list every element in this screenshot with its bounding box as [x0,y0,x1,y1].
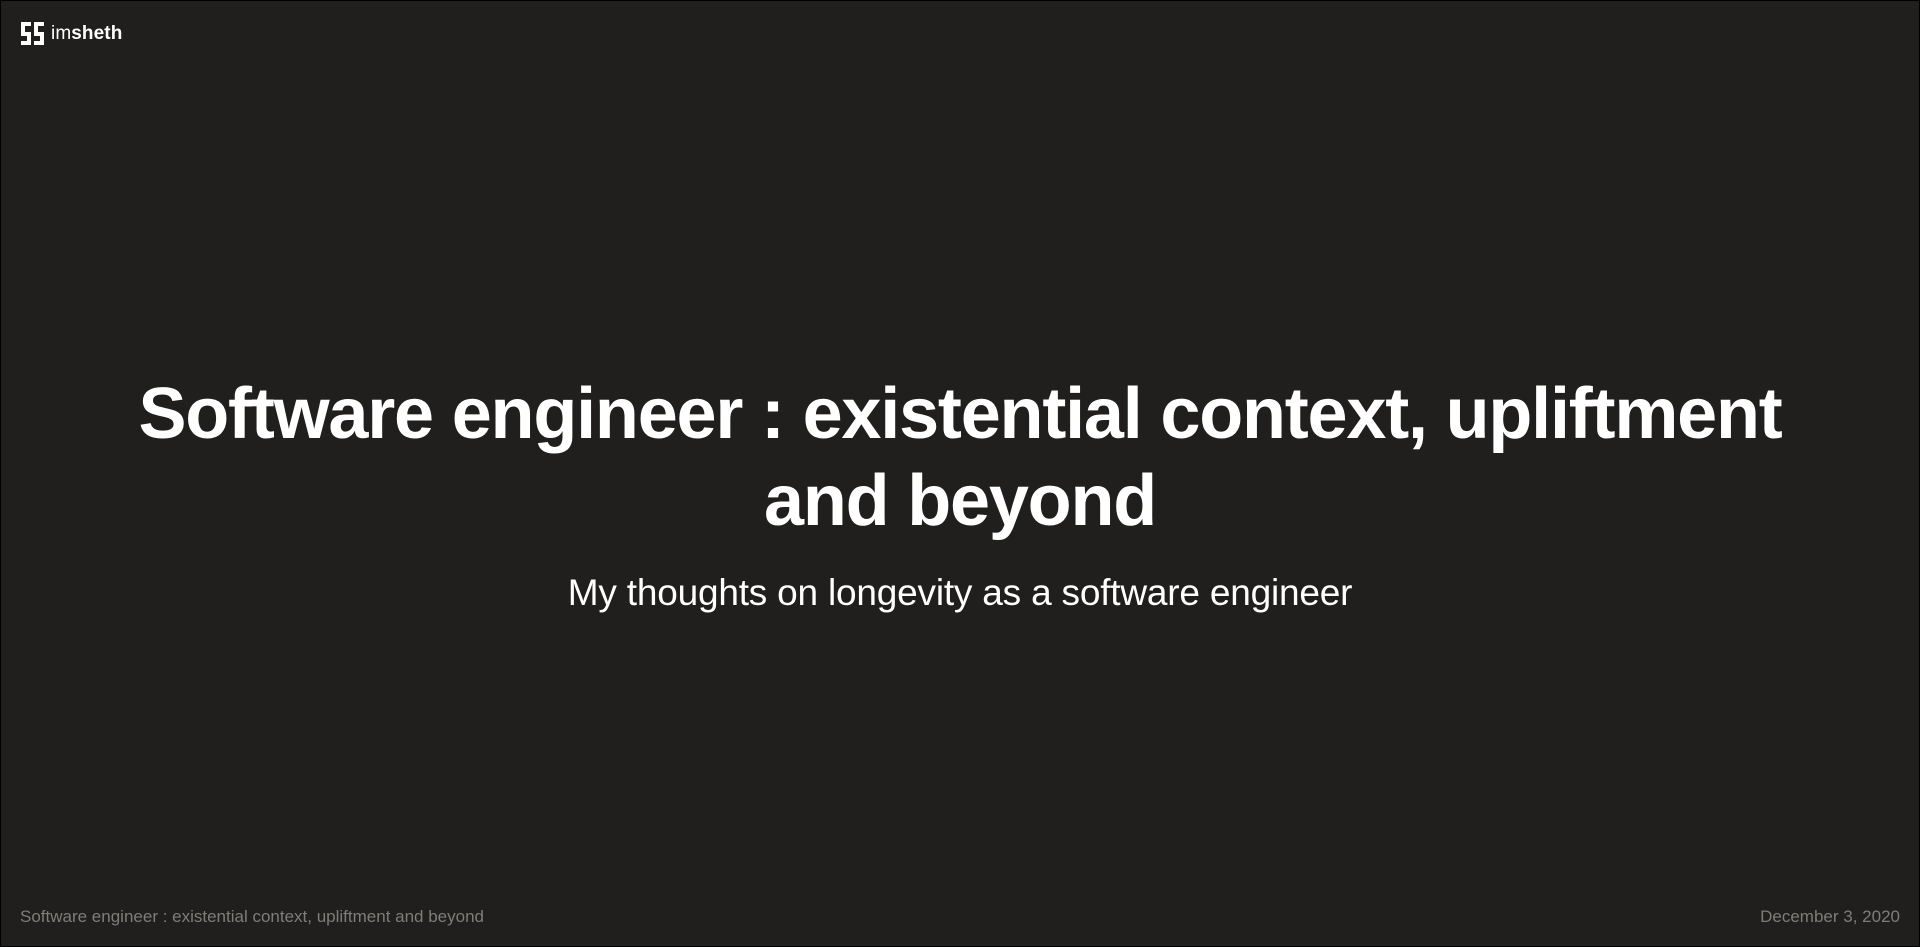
footer-post-title: Software engineer : existential context,… [20,907,485,926]
page-frame: imsheth Software engineer : existential … [1,1,1919,946]
imsheth-monogram-icon [21,22,44,45]
site-logo-link[interactable]: imsheth [20,21,122,46]
site-name-prefix: im [51,23,72,44]
page-title: Software engineer : existential context,… [138,374,1782,541]
page-subtitle: My thoughts on longevity as a software e… [567,572,1353,613]
hero-section: Software engineer : existential context,… [1,371,1919,615]
site-name: imsheth [51,21,122,46]
site-name-suffix: sheth [71,23,123,44]
footer-date: December 3, 2020 [1760,907,1900,926]
footer: Software engineer : existential context,… [20,907,1900,927]
